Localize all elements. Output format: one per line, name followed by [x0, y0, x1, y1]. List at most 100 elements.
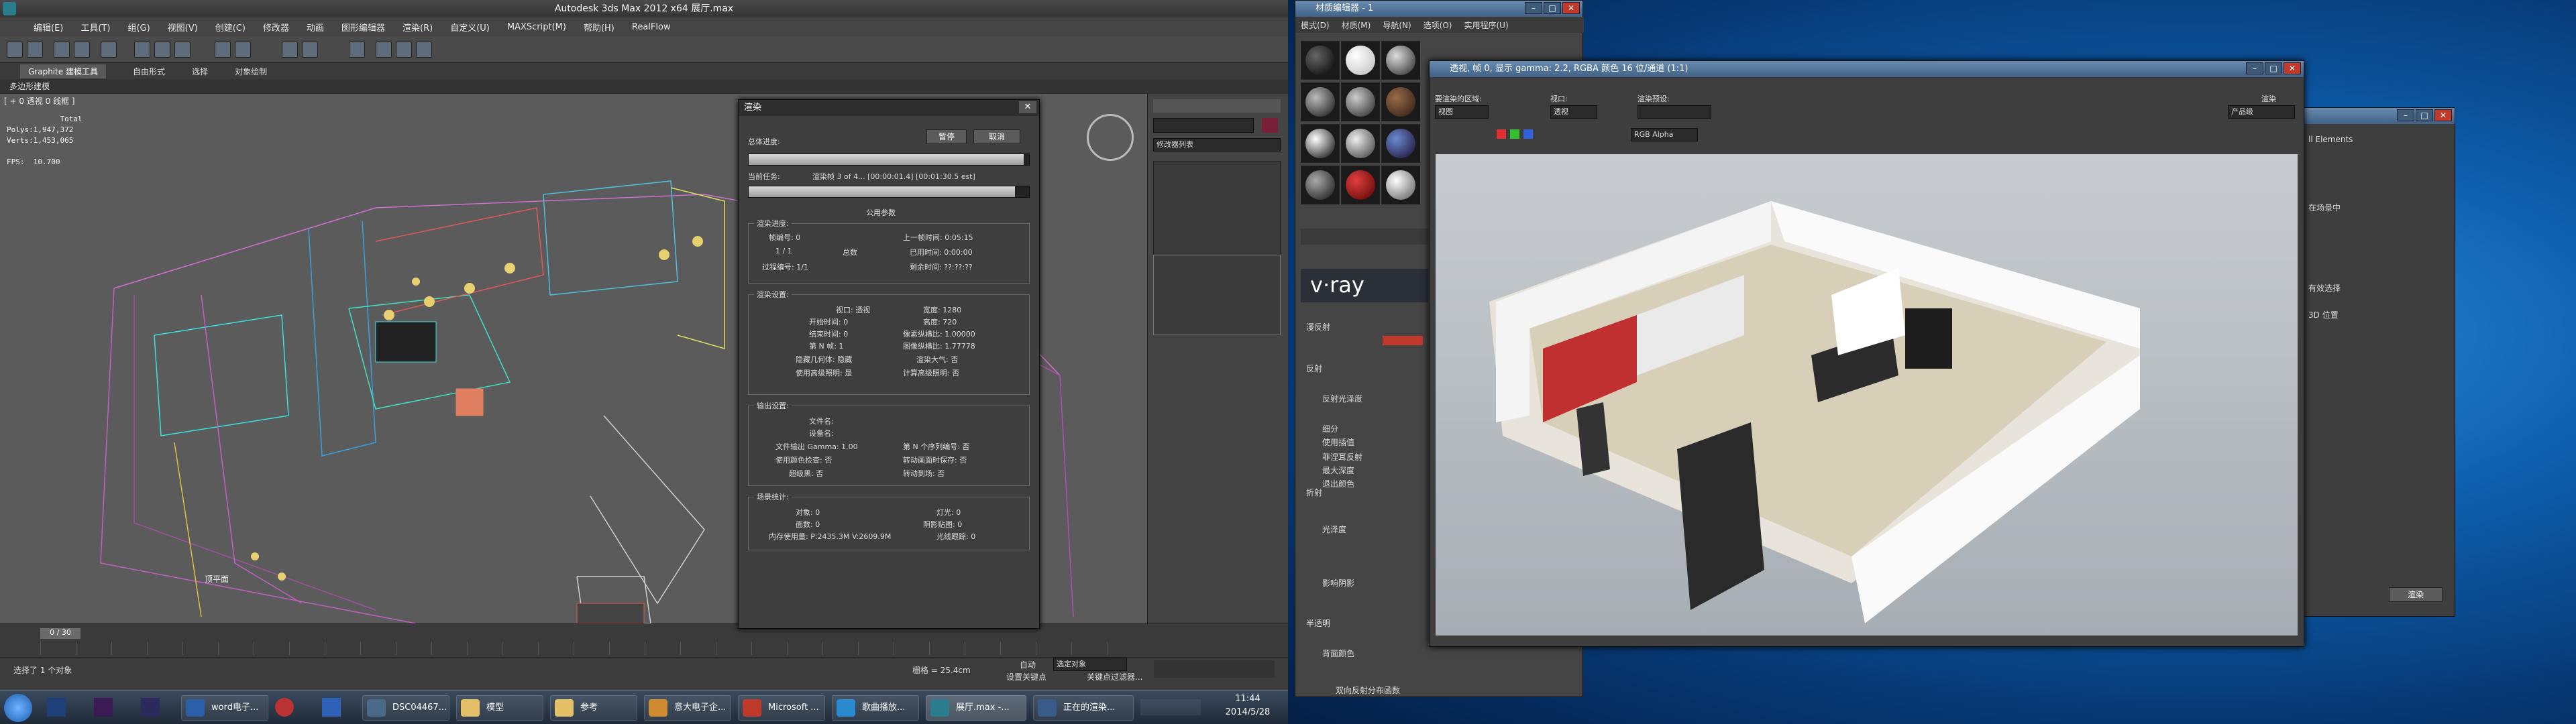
menu-realflow[interactable]: RealFlow	[632, 22, 671, 32]
rotate-icon[interactable]	[154, 42, 170, 58]
link-icon[interactable]	[54, 42, 70, 58]
taskbar-item-models[interactable]: 模型	[456, 695, 543, 721]
app-logo-icon[interactable]	[3, 2, 16, 15]
render-button[interactable]: 渲染	[2389, 587, 2443, 602]
maximize-icon[interactable]: □	[1544, 2, 1561, 14]
viewcube-icon[interactable]	[1087, 114, 1134, 161]
menu-tools[interactable]: 工具(T)	[80, 21, 110, 34]
menu-graph-editors[interactable]: 图形编辑器	[341, 21, 385, 34]
pause-button[interactable]: 暂停	[926, 129, 967, 144]
scale-icon[interactable]	[174, 42, 191, 58]
channel-dropdown[interactable]: RGB Alpha	[1631, 128, 1698, 141]
after-effects-icon[interactable]	[141, 698, 160, 717]
object-name-field[interactable]	[1153, 118, 1254, 133]
menu-help[interactable]: 帮助(H)	[584, 21, 614, 34]
clock-date[interactable]: 2014/5/28	[1214, 707, 1281, 717]
material-slot[interactable]	[1341, 166, 1380, 204]
close-icon[interactable]: ✕	[1019, 101, 1036, 113]
material-slot[interactable]	[1301, 41, 1340, 80]
align-icon[interactable]	[302, 42, 318, 58]
move-icon[interactable]	[134, 42, 150, 58]
redo-icon[interactable]	[27, 42, 43, 58]
tray-icons[interactable]	[1140, 699, 1201, 715]
menu-views[interactable]: 视图(V)	[168, 21, 198, 34]
material-slot[interactable]	[1301, 82, 1340, 121]
ribbon-subpanel[interactable]: 多边形建模	[0, 79, 1288, 94]
taskbar-item-microsoft[interactable]: Microsoft ...	[738, 695, 825, 721]
menu-group[interactable]: 组(G)	[127, 21, 150, 34]
timeline[interactable]: 0 / 30	[0, 623, 1288, 657]
green-channel-toggle[interactable]	[1510, 129, 1519, 139]
diffuse-color-swatch[interactable]	[1383, 336, 1423, 345]
tab-graphite[interactable]: Graphite 建模工具	[20, 64, 107, 78]
playback-controls[interactable]	[1154, 660, 1275, 678]
taskbar-item-3dsmax[interactable]: 展厅.max -...	[926, 695, 1026, 721]
angle-snap-icon[interactable]	[235, 42, 251, 58]
select-region-icon[interactable]	[101, 42, 117, 58]
menu-rendering[interactable]: 渲染(R)	[402, 21, 433, 34]
blue-channel-toggle[interactable]	[1523, 129, 1533, 139]
material-slot[interactable]	[1301, 124, 1340, 163]
selected-dropdown[interactable]: 选定对象	[1053, 658, 1127, 671]
area-dropdown[interactable]: 视图	[1435, 105, 1489, 119]
tab-freeform[interactable]: 自由形式	[133, 66, 165, 77]
close-icon[interactable]: ✕	[1562, 2, 1580, 14]
cancel-button[interactable]: 取消	[973, 129, 1020, 144]
close-icon[interactable]: ✕	[2434, 109, 2452, 121]
time-slider[interactable]: 0 / 30	[40, 628, 80, 639]
menu-edit[interactable]: 编辑(E)	[34, 21, 63, 34]
material-slot[interactable]	[1381, 82, 1420, 121]
close-icon[interactable]: ✕	[2284, 62, 2301, 74]
modifier-stack[interactable]	[1153, 255, 1281, 335]
render-setup-icon[interactable]	[376, 42, 392, 58]
word-icon[interactable]	[322, 698, 341, 717]
modifier-list[interactable]: 修改器列表	[1153, 138, 1281, 152]
minimize-icon[interactable]: –	[2397, 109, 2414, 121]
premiere-icon[interactable]	[94, 698, 113, 717]
taskbar-item-music[interactable]: 歌曲播放...	[832, 695, 919, 721]
material-slot[interactable]	[1341, 82, 1380, 121]
key-filters-button[interactable]: 关键点过滤器...	[1087, 671, 1142, 682]
render-icon[interactable]	[416, 42, 432, 58]
start-button-icon[interactable]	[4, 694, 32, 722]
mirror-icon[interactable]	[282, 42, 298, 58]
tab-selection[interactable]: 选择	[192, 66, 208, 77]
taskbar-item-reference[interactable]: 参考	[550, 695, 637, 721]
material-slot[interactable]	[1381, 166, 1420, 204]
material-slot[interactable]	[1381, 124, 1420, 163]
select-icon[interactable]	[74, 42, 90, 58]
menu-maxscript[interactable]: MAXScript(M)	[507, 22, 566, 32]
render-frame-icon[interactable]	[396, 42, 412, 58]
maximize-icon[interactable]: □	[2416, 109, 2433, 121]
taskbar-item-rendering[interactable]: 正在的渲染...	[1033, 695, 1134, 721]
preset-dropdown[interactable]	[1638, 105, 1711, 119]
track-bar[interactable]	[40, 642, 1114, 655]
minimize-icon[interactable]: –	[1525, 2, 1542, 14]
material-editor-icon[interactable]	[349, 42, 365, 58]
clock-time[interactable]: 11:44	[1214, 694, 1281, 704]
menu-create[interactable]: 创建(C)	[215, 21, 246, 34]
object-color-swatch[interactable]	[1262, 118, 1278, 133]
menu-customize[interactable]: 自定义(U)	[450, 21, 490, 34]
menu-animation[interactable]: 动画	[307, 21, 324, 34]
snap-icon[interactable]	[215, 42, 231, 58]
photoshop-icon[interactable]	[47, 698, 66, 717]
material-slot[interactable]	[1341, 41, 1380, 80]
viewport-dropdown[interactable]: 透视	[1550, 105, 1597, 119]
command-tabs[interactable]	[1153, 99, 1281, 113]
mat-toolbar[interactable]	[1301, 229, 1428, 245]
taskbar-item-word[interactable]: word电子...	[181, 695, 268, 721]
undo-icon[interactable]	[7, 42, 23, 58]
red-channel-toggle[interactable]	[1497, 129, 1506, 139]
minimize-icon[interactable]: –	[2246, 62, 2263, 74]
taskbar-item-ie[interactable]: 意大电子企...	[644, 695, 731, 721]
media-player-icon[interactable]	[275, 698, 294, 717]
material-slot[interactable]	[1301, 166, 1340, 204]
renderer-dropdown[interactable]: 产品级	[2228, 105, 2295, 119]
maximize-icon[interactable]: □	[2265, 62, 2282, 74]
material-slot[interactable]	[1341, 124, 1380, 163]
material-slot[interactable]	[1381, 41, 1420, 80]
auto-key-button[interactable]: 自动	[1020, 659, 1036, 670]
tab-object-paint[interactable]: 对象绘制	[235, 66, 267, 77]
menu-modifiers[interactable]: 修改器	[263, 21, 289, 34]
